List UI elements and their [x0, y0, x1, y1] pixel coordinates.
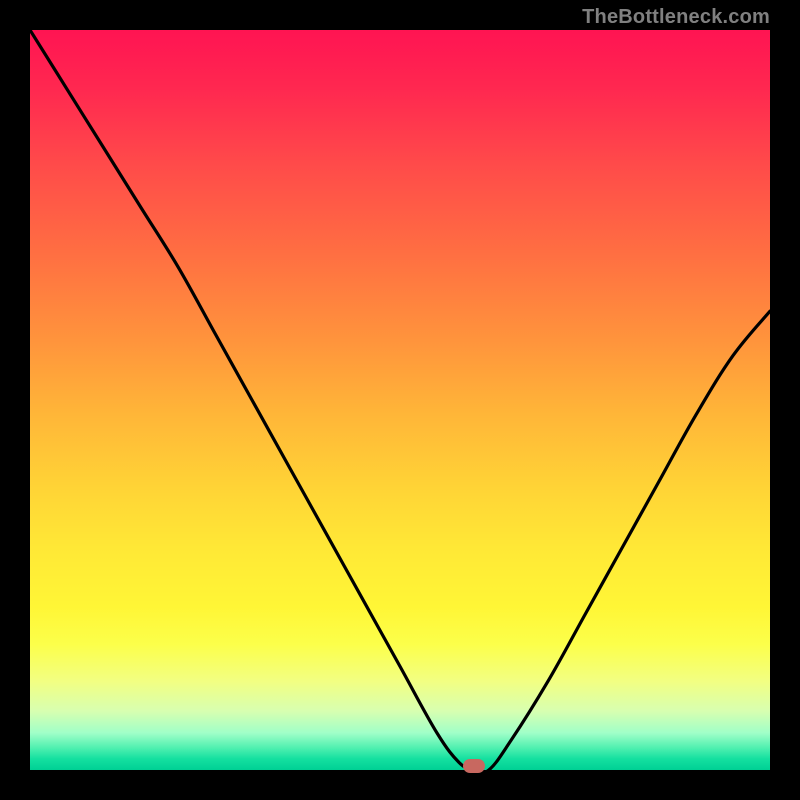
optimal-marker	[463, 759, 485, 773]
plot-area	[30, 30, 770, 770]
curve-svg	[30, 30, 770, 770]
watermark-text: TheBottleneck.com	[582, 6, 770, 29]
bottleneck-curve-path	[30, 30, 770, 770]
chart-container: TheBottleneck.com	[0, 0, 800, 800]
